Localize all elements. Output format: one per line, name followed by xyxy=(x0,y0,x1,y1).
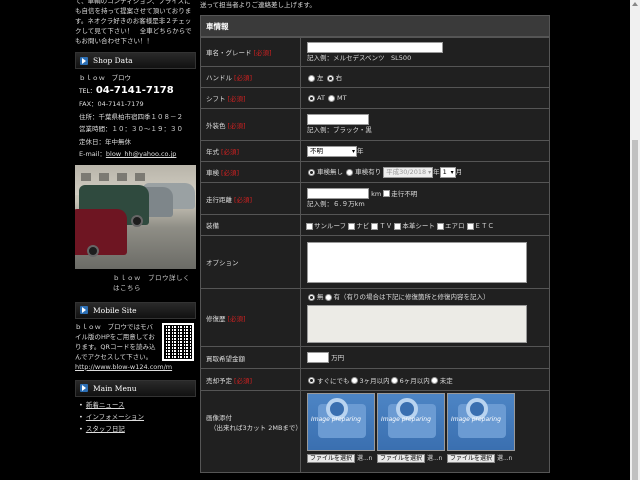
inspection-month-select[interactable]: 1 xyxy=(439,166,456,178)
tel-prefix: TEL： xyxy=(79,87,96,95)
images-sublabel: （出来れば3カット 2MBまで） xyxy=(210,424,302,432)
main-menu-heading: Main Menu xyxy=(75,379,196,397)
sale-undecided-radio[interactable] xyxy=(430,377,438,384)
shift-mt-radio[interactable] xyxy=(328,94,335,102)
year-select[interactable]: 不明 xyxy=(307,145,357,157)
file-select-button-3[interactable]: ファイルを選択 xyxy=(447,454,496,463)
arrow-icon xyxy=(80,56,88,65)
top-note: 送って担当者よりご連絡差し上げます。 xyxy=(200,1,316,9)
mobile-url-link[interactable]: http://www.blow-w124.com/m xyxy=(75,363,172,371)
car-name-example: 記入例：メルセデスベンツ SL500 xyxy=(307,53,412,62)
mileage-example: 記入例：６.９万km xyxy=(307,200,365,209)
shop-tel: TEL：04-7141-7178 xyxy=(75,85,196,99)
image-placeholder-3: Image preparing xyxy=(447,393,515,451)
repair-none-radio[interactable] xyxy=(308,293,315,301)
shift-at-radio[interactable] xyxy=(308,94,315,102)
mileage-input[interactable] xyxy=(307,188,369,200)
car-name-input[interactable] xyxy=(307,41,443,53)
image-placeholder-2: Image preparing xyxy=(377,393,445,451)
shop-address: 住所：千葉県柏市宿四季１０８－２ xyxy=(79,112,183,121)
label-sale-plan: 売却予定 [必須] xyxy=(200,368,301,391)
shop-fax: FAX：04-7141-7179 xyxy=(79,100,144,108)
options-textarea[interactable] xyxy=(307,241,527,283)
sidebar: て、車輌のコンディション、プライスにも自信を持って提案させて頂いております。ネオ… xyxy=(75,0,196,480)
label-mileage: 走行距離 [必須] xyxy=(200,182,301,215)
menu-item-info[interactable]: インフォメーション xyxy=(75,411,196,423)
image-slot-3: Image preparing ファイルを選択 選...n xyxy=(447,393,515,463)
repair-yes-radio[interactable] xyxy=(324,293,332,301)
menu-item-staff-diary[interactable]: スタッフ日記 xyxy=(75,423,196,435)
image-slot-2: Image preparing ファイルを選択 選...n xyxy=(377,393,445,463)
inspection-year-select[interactable]: 平成30/2018 xyxy=(383,166,434,178)
shop-name: ｂｌｏｗ ブロウ xyxy=(79,74,131,82)
equip-aero-checkbox[interactable] xyxy=(436,222,444,230)
shop-photo[interactable] xyxy=(75,164,196,269)
handle-right-radio[interactable] xyxy=(326,74,334,82)
shop-email: E-mail：blow_hh@yahoo.co.jp xyxy=(75,148,196,161)
equip-navi-checkbox[interactable] xyxy=(348,222,356,230)
equip-leather-checkbox[interactable] xyxy=(394,222,402,230)
email-label: E-mail： xyxy=(79,150,106,158)
arrow-icon xyxy=(80,306,88,314)
scrollbar-thumb[interactable] xyxy=(632,140,638,480)
label-car-name: 車名・グレード [必須] xyxy=(200,37,301,67)
inspection-yes-radio[interactable] xyxy=(346,168,354,176)
page-scrollbar[interactable] xyxy=(630,0,640,480)
main-menu: 新着ニュース インフォメーション スタッフ日記 xyxy=(75,399,196,435)
label-price: 買取希望金額 xyxy=(200,346,301,369)
label-equipment: 装備 xyxy=(200,214,301,236)
photo-caption[interactable]: ｂｌｏｗ ブロウ詳しくはこちら xyxy=(75,269,196,292)
scroll-up-icon[interactable] xyxy=(632,2,638,6)
mileage-unknown-checkbox[interactable] xyxy=(383,190,391,198)
shop-hours: 営業時間：１０：３０～１９：３０ xyxy=(79,125,183,133)
color-example: 記入例：ブラック・黒 xyxy=(307,126,372,134)
shop-data-title: Shop Data xyxy=(93,56,133,65)
repair-note: （有りの場合は下記に修復箇所と修復内容を記入） xyxy=(340,293,490,301)
equip-sunroof-checkbox[interactable] xyxy=(306,222,313,230)
arrow-icon xyxy=(80,384,88,392)
label-images: 画像添付 （出来れば3カット 2MBまで） xyxy=(200,390,302,473)
qr-code xyxy=(162,322,194,361)
image-slot-1: Image preparing ファイルを選択 選...n xyxy=(307,393,375,463)
car-info-table: 車名・グレード [必須] 記入例：メルセデスベンツ SL500 ハンドル [必須] … xyxy=(200,37,550,473)
sale-6m-radio[interactable] xyxy=(390,377,398,384)
shop-holiday: 定休日：年中無休 xyxy=(79,137,131,146)
inspection-none-radio[interactable] xyxy=(308,168,315,176)
section-title: 車情報 xyxy=(200,15,550,37)
label-shift: シフト [必須] xyxy=(200,87,301,109)
shop-data-heading: Shop Data xyxy=(75,52,196,69)
color-input[interactable] xyxy=(307,114,369,125)
image-placeholder-1: Image preparing xyxy=(307,393,375,451)
sale-now-radio[interactable] xyxy=(308,377,315,384)
label-year: 年式 [必須] xyxy=(200,140,301,162)
repair-textarea[interactable] xyxy=(307,305,527,343)
sale-3m-radio[interactable] xyxy=(350,377,358,384)
sidebar-intro-text: て、車輌のコンディション、プライスにも自信を持って提案させて頂いております。ネオ… xyxy=(75,0,192,45)
main-form: 送って担当者よりご連絡差し上げます。 車情報 車名・グレード [必須] 記入例：メ… xyxy=(200,0,550,473)
file-select-button-1[interactable]: ファイルを選択 xyxy=(307,454,356,463)
equip-etc-checkbox[interactable] xyxy=(466,222,474,230)
tel-number: 04-7141-7178 xyxy=(95,84,174,96)
mobile-site-title: Mobile Site xyxy=(93,305,137,315)
email-link[interactable]: blow_hh@yahoo.co.jp xyxy=(106,150,177,158)
price-input[interactable] xyxy=(307,352,329,364)
mobile-site-heading: Mobile Site xyxy=(75,301,196,319)
handle-left-radio[interactable] xyxy=(308,74,315,82)
label-repair: 修復歴 [必須] xyxy=(200,288,301,347)
label-color: 外装色 [必須] xyxy=(200,108,301,141)
equip-tv-checkbox[interactable] xyxy=(371,222,379,230)
label-inspection: 車検 [必須] xyxy=(200,161,301,183)
main-menu-title: Main Menu xyxy=(93,383,137,393)
file-select-button-2[interactable]: ファイルを選択 xyxy=(377,454,426,463)
label-handle: ハンドル [必須] xyxy=(200,66,301,88)
menu-item-news[interactable]: 新着ニュース xyxy=(75,399,196,411)
label-options: オプション xyxy=(200,235,301,289)
car-red xyxy=(75,208,127,255)
